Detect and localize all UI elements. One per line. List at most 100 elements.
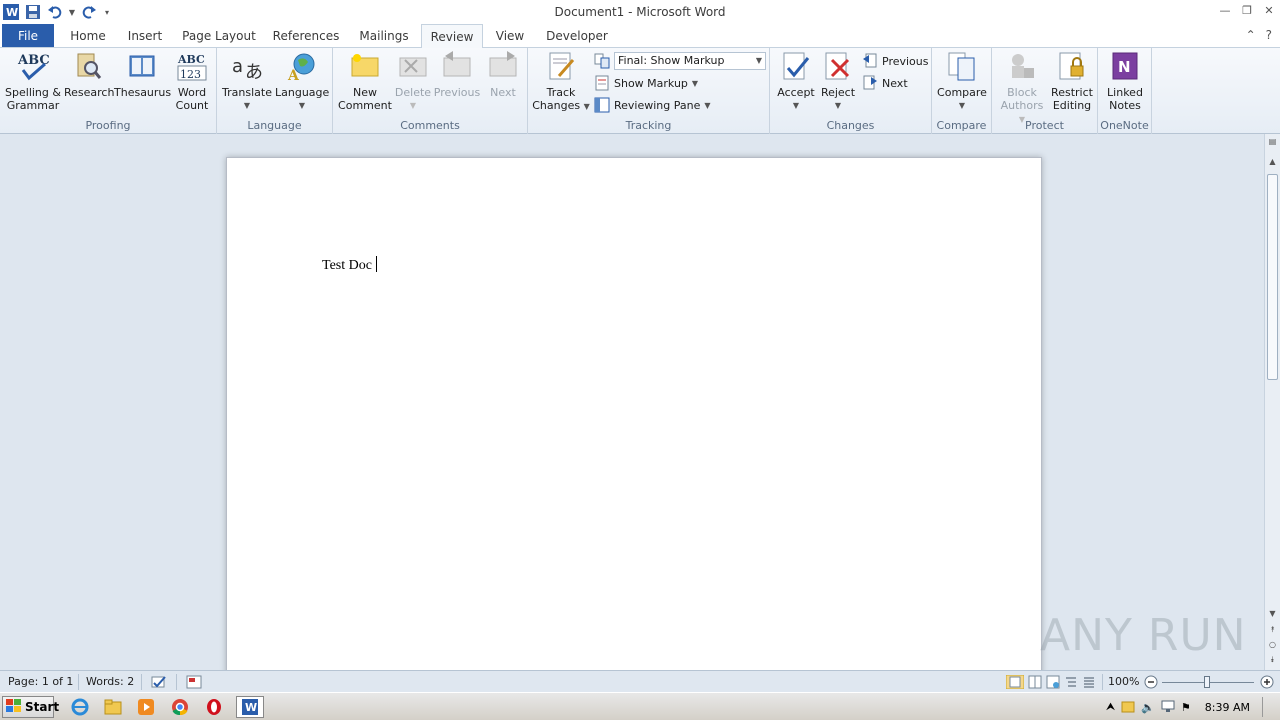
close-icon[interactable]: ✕ (1258, 0, 1280, 20)
next-comment-button[interactable]: Next (483, 50, 523, 99)
display-for-review-icon (594, 53, 610, 69)
word-count[interactable]: Words: 2 (86, 675, 134, 689)
reject-button[interactable]: Reject ▼ (818, 50, 858, 112)
document-text[interactable]: Test Doc (322, 258, 372, 273)
show-desktop-button[interactable] (1262, 697, 1274, 717)
minimize-icon[interactable]: — (1214, 0, 1236, 20)
restrict-editing-label-2: Editing (1052, 99, 1092, 112)
spelling-grammar-button[interactable]: ABC Spelling & Grammar (4, 50, 62, 112)
maximize-icon[interactable]: ❐ (1236, 0, 1258, 20)
zoom-out-icon[interactable] (1144, 675, 1158, 689)
compare-button[interactable]: Compare ▼ (936, 50, 988, 112)
next-page-icon[interactable]: ⯯ (1267, 654, 1278, 666)
opera-icon[interactable] (204, 697, 224, 717)
tab-view[interactable]: View (490, 24, 530, 48)
reviewing-pane-button[interactable]: Reviewing Pane ▼ (594, 96, 711, 114)
save-icon[interactable] (24, 3, 42, 21)
full-screen-reading-icon[interactable] (1028, 675, 1042, 689)
file-explorer-icon[interactable] (103, 697, 123, 717)
document-body[interactable]: Test Doc (322, 256, 377, 274)
accept-button[interactable]: Accept ▼ (774, 50, 818, 112)
draft-view-icon[interactable] (1082, 675, 1096, 689)
research-button[interactable]: Research (64, 50, 114, 99)
document-page[interactable]: Test Doc (226, 157, 1042, 677)
web-layout-icon[interactable] (1046, 675, 1060, 689)
display-for-review-value: Final: Show Markup (618, 54, 725, 67)
next-change-button[interactable]: Next (862, 74, 908, 92)
show-markup-button[interactable]: Show Markup ▼ (594, 74, 698, 92)
action-center-icon[interactable] (1121, 699, 1135, 716)
tab-developer[interactable]: Developer (542, 24, 612, 48)
ruler-toggle-icon[interactable]: ▤ (1267, 136, 1278, 148)
undo-dropdown-icon[interactable]: ▼ (68, 3, 76, 21)
zoom-in-icon[interactable] (1260, 675, 1274, 689)
tab-mailings[interactable]: Mailings (352, 24, 416, 48)
internet-explorer-icon[interactable] (70, 697, 90, 717)
chrome-icon[interactable] (170, 697, 190, 717)
tab-home[interactable]: Home (62, 24, 114, 48)
network-icon[interactable] (1161, 699, 1175, 716)
word-count-button[interactable]: ABC 123 Word Count (172, 50, 212, 112)
previous-comment-button[interactable]: Previous (433, 50, 481, 99)
group-label-proofing: Proofing (85, 119, 131, 132)
block-authors-button[interactable]: Block Authors ▼ (996, 50, 1048, 126)
status-separator (78, 674, 79, 690)
vertical-scrollbar[interactable]: ▤ ▲ ▼ ⯭ ○ ⯯ (1264, 134, 1280, 670)
group-label-protect: Protect (1025, 119, 1064, 132)
macro-record-icon[interactable] (186, 675, 202, 689)
word-app-icon[interactable]: W (2, 3, 20, 21)
zoom-level[interactable]: 100% (1108, 675, 1139, 689)
watermark: ANY RUN (1040, 610, 1247, 661)
print-layout-icon[interactable] (1005, 674, 1025, 690)
display-for-review-dropdown[interactable]: Final: Show Markup ▼ (614, 52, 766, 70)
compare-label: Compare (937, 86, 987, 99)
tab-page-layout[interactable]: Page Layout (178, 24, 260, 48)
reject-label: Reject (820, 86, 856, 99)
thesaurus-icon (126, 50, 158, 82)
help-icon[interactable]: ? (1266, 28, 1272, 42)
previous-change-button[interactable]: Previous (862, 52, 929, 70)
tab-insert[interactable]: Insert (120, 24, 170, 48)
scroll-up-icon[interactable]: ▲ (1267, 156, 1278, 168)
document-area: Test Doc (0, 134, 1264, 677)
linked-notes-label-2: Notes (1109, 99, 1141, 112)
thesaurus-button[interactable]: Thesaurus (114, 50, 171, 99)
media-player-icon[interactable] (136, 697, 156, 717)
browse-object-icon[interactable]: ○ (1267, 639, 1278, 651)
translate-icon: aあ (231, 50, 263, 82)
word-taskbar-button[interactable]: W (236, 696, 264, 718)
redo-icon[interactable] (80, 3, 98, 21)
track-changes-dropdown-icon: ▼ (583, 102, 590, 111)
status-separator (141, 674, 142, 690)
new-comment-button[interactable]: New Comment (337, 50, 393, 112)
customize-qat-icon[interactable]: ▾ (102, 3, 112, 21)
tab-review[interactable]: Review (421, 24, 483, 49)
translate-button[interactable]: aあ Translate ▼ (221, 50, 273, 112)
zoom-slider[interactable] (1162, 675, 1254, 689)
start-button[interactable]: Start (2, 696, 59, 718)
windows-logo-icon (6, 698, 22, 716)
language-button[interactable]: A Language ▼ (275, 50, 329, 112)
page-count[interactable]: Page: 1 of 1 (8, 675, 73, 689)
flag-icon[interactable]: ⚑ (1181, 701, 1191, 714)
proofing-status-icon[interactable] (150, 675, 168, 689)
zoom-slider-thumb[interactable] (1204, 676, 1210, 688)
clock[interactable]: 8:39 AM (1205, 701, 1250, 714)
track-changes-button[interactable]: Track Changes ▼ (532, 50, 590, 113)
restrict-editing-button[interactable]: Restrict Editing (1048, 50, 1096, 112)
scroll-down-icon[interactable]: ▼ (1267, 608, 1278, 620)
show-hidden-icons-icon[interactable]: ⮝ (1106, 700, 1115, 714)
scroll-thumb[interactable] (1267, 174, 1278, 380)
title-bar: W ▼ ▾ Document1 - Microsoft Word — ❐ ✕ (0, 0, 1280, 24)
volume-icon[interactable]: 🔈 (1141, 701, 1155, 714)
tab-file[interactable]: File (2, 24, 54, 47)
minimize-ribbon-icon[interactable]: ⌃ (1246, 28, 1256, 42)
next-change-icon (862, 75, 878, 91)
previous-page-icon[interactable]: ⯭ (1267, 624, 1278, 636)
delete-comment-button[interactable]: Delete ▼ (393, 50, 433, 112)
outline-view-icon[interactable] (1064, 675, 1078, 689)
tab-references[interactable]: References (268, 24, 344, 48)
svg-text:W: W (245, 701, 257, 714)
undo-icon[interactable] (46, 3, 64, 21)
linked-notes-button[interactable]: N Linked Notes (1102, 50, 1148, 112)
